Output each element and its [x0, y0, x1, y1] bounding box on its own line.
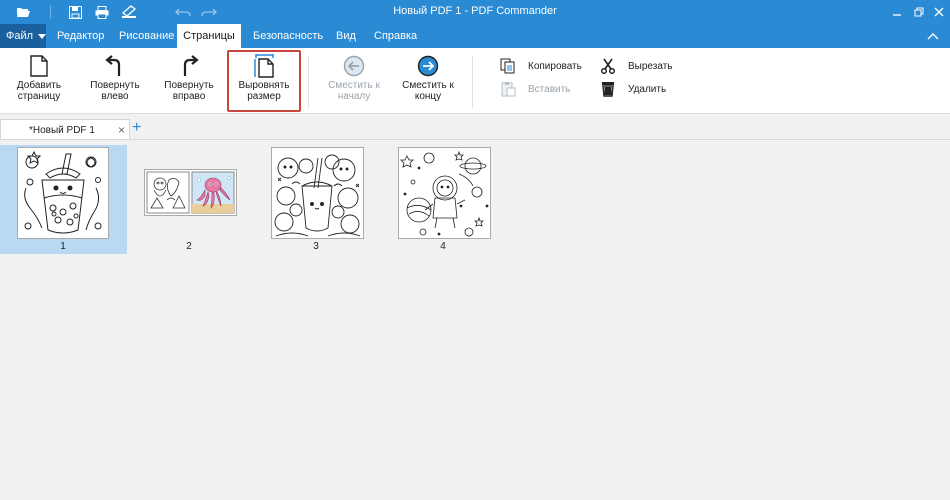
file-menu-label: Файл [6, 30, 34, 42]
caret-down-icon [38, 33, 47, 39]
page-number-1: 1 [60, 241, 66, 252]
add-page-icon [27, 54, 51, 78]
tab-pages[interactable]: Страницы [177, 24, 241, 48]
undo-icon[interactable] [174, 3, 192, 21]
add-page-button[interactable]: Добавить страницу [10, 54, 68, 110]
document-tab-bar: *Новый PDF 1 × + [0, 114, 950, 140]
arrow-right-circle-icon [416, 54, 440, 78]
tab-security[interactable]: Безопасность [253, 24, 323, 48]
page-number-2: 2 [186, 241, 192, 252]
close-tab-icon[interactable]: × [118, 123, 125, 137]
tab-help[interactable]: Справка [374, 24, 417, 48]
document-tab-label: *Новый PDF 1 [29, 124, 95, 136]
delete-label: Удалить [628, 83, 667, 95]
move-to-start-button[interactable]: Сместить к началу [322, 54, 386, 110]
maximize-button[interactable] [908, 0, 930, 24]
scissors-icon [600, 58, 616, 74]
add-tab-icon[interactable]: + [132, 120, 146, 136]
toolbar-divider [50, 5, 51, 19]
title-bar: Новый PDF 1 - PDF Commander [0, 0, 950, 24]
rotate-right-button[interactable]: Повернуть вправо [158, 54, 220, 110]
trash-icon [600, 81, 616, 97]
page-thumbnail-3[interactable] [271, 147, 364, 239]
rotate-left-label: Повернуть влево [90, 80, 140, 102]
delete-button[interactable]: Удалить [600, 81, 666, 97]
paste-label: Вставить [528, 83, 571, 95]
document-tab[interactable]: *Новый PDF 1 × [0, 119, 130, 140]
cut-button[interactable]: Вырезать [600, 58, 672, 74]
collapse-ribbon-button[interactable] [922, 26, 944, 46]
tab-bar-divider [0, 139, 950, 140]
move-to-end-button[interactable]: Сместить к концу [396, 54, 460, 110]
copy-button[interactable]: Копировать [500, 58, 582, 74]
page-number-4: 4 [440, 241, 446, 252]
save-icon[interactable] [66, 3, 84, 21]
page-number-3: 3 [313, 241, 319, 252]
copy-label: Копировать [528, 60, 582, 72]
arrow-left-circle-icon [342, 54, 366, 78]
copy-icon [500, 58, 516, 74]
close-button[interactable] [928, 0, 950, 24]
menu-bar: Файл Редактор Рисование Страницы Безопас… [0, 24, 950, 48]
print-icon[interactable] [93, 3, 111, 21]
page-thumbnail-2[interactable] [144, 169, 237, 216]
align-size-highlight [227, 50, 301, 112]
move-to-start-label: Сместить к началу [328, 80, 380, 102]
rotate-left-button[interactable]: Повернуть влево [84, 54, 146, 110]
minimize-button[interactable] [886, 0, 908, 24]
ribbon: Добавить страницу Повернуть влево Поверн… [0, 48, 950, 114]
add-page-label: Добавить страницу [16, 80, 62, 102]
ribbon-divider [308, 56, 309, 108]
window-title: Новый PDF 1 - PDF Commander [393, 5, 557, 17]
file-menu-button[interactable]: Файл [0, 24, 47, 48]
rotate-right-icon [177, 54, 201, 78]
ribbon-divider [472, 56, 473, 108]
paste-button[interactable]: Вставить [500, 81, 570, 97]
page-thumbnail-1[interactable] [17, 147, 109, 239]
scan-icon[interactable] [120, 3, 138, 21]
open-folder-icon[interactable] [14, 3, 32, 21]
tab-view[interactable]: Вид [336, 24, 356, 48]
page-thumbnail-4[interactable] [398, 147, 491, 239]
paste-icon [500, 81, 516, 97]
rotate-right-label: Повернуть вправо [164, 80, 214, 102]
redo-icon[interactable] [200, 3, 218, 21]
move-to-end-label: Сместить к концу [402, 80, 454, 102]
tab-editor[interactable]: Редактор [57, 24, 104, 48]
cut-label: Вырезать [628, 60, 673, 72]
rotate-left-icon [103, 54, 127, 78]
tab-drawing[interactable]: Рисование [119, 24, 174, 48]
